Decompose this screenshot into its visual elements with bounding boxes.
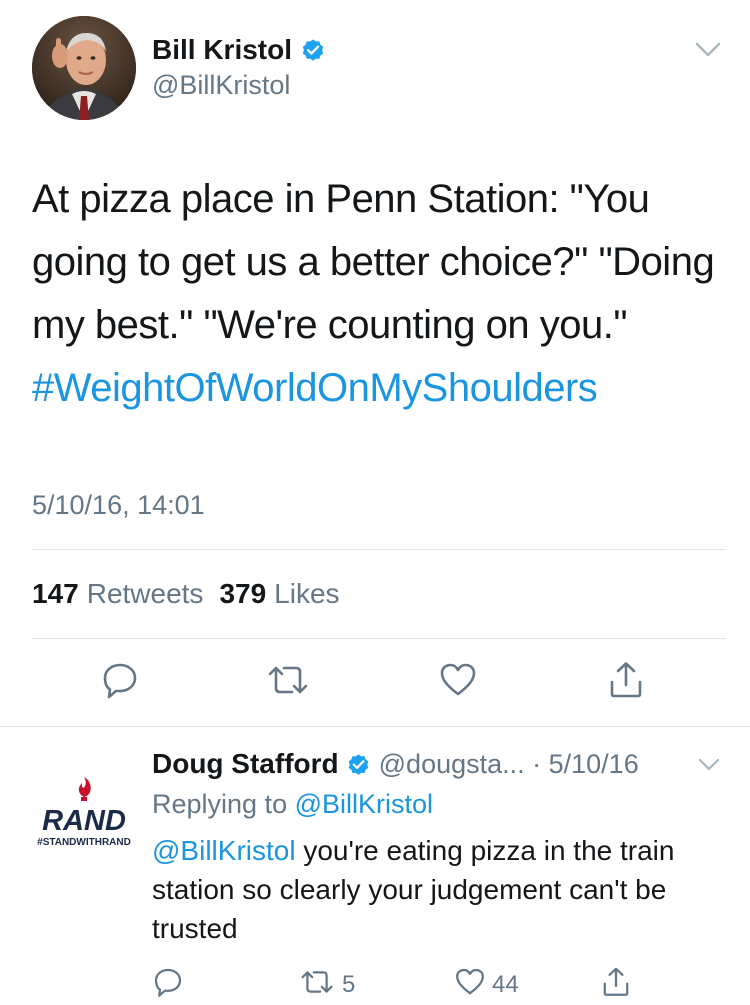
chevron-down-icon[interactable] — [698, 757, 720, 773]
like-button[interactable] — [436, 660, 480, 704]
tweet-body: At pizza place in Penn Station: "You goi… — [32, 168, 722, 420]
verified-badge-icon — [346, 752, 371, 777]
mention-link[interactable]: @BillKristol — [152, 835, 296, 866]
likes-count: 379 — [219, 578, 267, 609]
tweet-actions — [0, 660, 750, 710]
tweet-timestamp[interactable]: 5/10/16, 14:01 — [32, 490, 205, 521]
reply-like-button[interactable]: 44 — [454, 965, 519, 1005]
likes-label: Likes — [274, 578, 340, 609]
reply-button[interactable] — [98, 660, 142, 704]
retweets-stat[interactable]: 147 Retweets — [32, 578, 203, 610]
tweet-text: At pizza place in Penn Station: "You goi… — [32, 177, 715, 347]
engagement-stats: 147 Retweets 379 Likes — [32, 578, 340, 610]
reply-share-button[interactable] — [600, 965, 632, 1005]
divider — [32, 549, 726, 550]
likes-stat[interactable]: 379 Likes — [219, 578, 339, 610]
heart-icon — [438, 660, 478, 705]
heart-icon — [454, 966, 486, 1005]
author-display-name[interactable]: Bill Kristol — [152, 34, 292, 66]
reply-retweet-count: 5 — [342, 971, 356, 998]
reply-author-avatar[interactable]: RAND #STANDWITHRAND — [30, 755, 138, 859]
hashtag-link[interactable]: #WeightOfWorldOnMyShoulders — [32, 357, 722, 420]
share-icon — [606, 660, 646, 705]
reply-tweet[interactable]: RAND #STANDWITHRAND Doug Stafford @dougs… — [0, 727, 750, 1005]
author-name-row[interactable]: Bill Kristol — [152, 30, 326, 70]
retweets-count: 147 — [32, 578, 79, 609]
rand-logo-text: RAND — [42, 805, 126, 837]
reply-handle-date[interactable]: @dougsta... · 5/10/16 — [379, 749, 639, 780]
reply-body: @BillKristol you're eating pizza in the … — [152, 831, 712, 948]
main-tweet: Bill Kristol @BillKristol At pizza place… — [0, 0, 750, 728]
reply-icon — [152, 966, 184, 1005]
author-avatar[interactable] — [32, 16, 136, 120]
share-button[interactable] — [604, 660, 648, 704]
reply-reply-button[interactable] — [152, 965, 184, 1005]
replying-to: Replying to @BillKristol — [152, 789, 433, 820]
reply-actions: 5 44 — [0, 965, 750, 1005]
reply-display-name[interactable]: Doug Stafford — [152, 748, 339, 780]
retweet-icon — [298, 966, 336, 1005]
verified-badge-icon — [300, 37, 326, 63]
reply-retweet-button[interactable]: 5 — [298, 965, 355, 1005]
reply-header: Doug Stafford @dougsta... · 5/10/16 — [152, 747, 639, 781]
share-icon — [600, 966, 632, 1005]
rand-logo-subtext: #STANDWITHRAND — [37, 837, 131, 848]
retweets-label: Retweets — [86, 578, 204, 609]
retweet-button[interactable] — [266, 660, 310, 704]
replying-prefix: Replying to — [152, 789, 288, 819]
reply-icon — [100, 660, 140, 705]
divider — [32, 638, 726, 639]
reply-like-count: 44 — [492, 971, 519, 998]
author-handle[interactable]: @BillKristol — [152, 70, 290, 101]
retweet-icon — [266, 660, 310, 705]
chevron-down-icon[interactable] — [694, 40, 722, 60]
replying-to-link[interactable]: @BillKristol — [295, 789, 433, 819]
